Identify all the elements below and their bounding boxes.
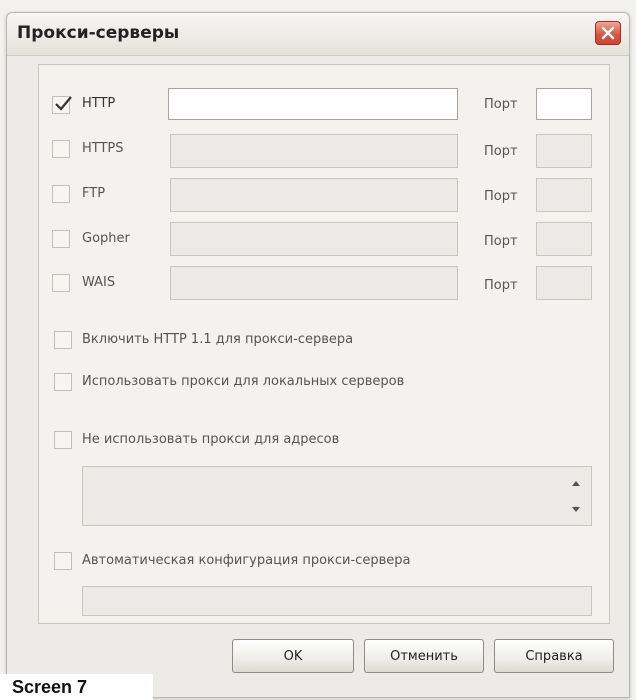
http11-label: Включить HTTP 1.1 для прокси-сервера <box>82 332 354 347</box>
wais-checkbox[interactable] <box>52 274 70 292</box>
exclude-addresses-checkbox[interactable] <box>54 431 72 449</box>
https-address-input[interactable] <box>170 134 458 168</box>
ftp-address-input[interactable] <box>170 178 458 212</box>
ftp-port-label: Порт <box>484 189 518 204</box>
local-proxy-checkbox[interactable] <box>54 373 72 391</box>
close-icon <box>601 26 615 40</box>
close-button[interactable] <box>595 21 621 45</box>
local-proxy-label: Использовать прокси для локальных сервер… <box>82 374 405 389</box>
https-port-label: Порт <box>484 144 518 159</box>
ftp-checkbox[interactable] <box>52 185 70 203</box>
gopher-port-label: Порт <box>484 234 518 249</box>
ftp-port-input[interactable] <box>536 178 592 212</box>
https-checkbox[interactable] <box>52 140 70 158</box>
chevron-down-icon[interactable] <box>570 505 582 515</box>
checkmark-icon <box>55 96 72 111</box>
https-label: HTTPS <box>82 141 124 156</box>
exclude-addresses-textarea[interactable] <box>82 466 592 526</box>
dialog-title: Прокси-серверы <box>17 23 180 43</box>
gopher-address-input[interactable] <box>170 222 458 256</box>
wais-port-label: Порт <box>484 278 518 293</box>
http-checkbox[interactable] <box>52 96 72 114</box>
title-bar[interactable]: Прокси-серверы <box>7 13 629 56</box>
http-port-input[interactable] <box>536 88 592 120</box>
auto-config-checkbox[interactable] <box>54 552 72 570</box>
auto-config-url-input[interactable] <box>82 586 592 616</box>
auto-config-label: Автоматическая конфигурация прокси-серве… <box>82 553 411 568</box>
exclude-addresses-label: Не использовать прокси для адресов <box>82 432 340 447</box>
wais-address-input[interactable] <box>170 266 458 300</box>
wais-label: WAIS <box>82 275 116 290</box>
gopher-port-input[interactable] <box>536 222 592 256</box>
http-address-input[interactable] <box>168 88 458 120</box>
gopher-checkbox[interactable] <box>52 230 70 248</box>
ftp-label: FTP <box>82 186 106 201</box>
gopher-label: Gopher <box>82 231 130 246</box>
https-port-input[interactable] <box>536 134 592 168</box>
wais-port-input[interactable] <box>536 266 592 300</box>
chevron-up-icon[interactable] <box>570 478 582 488</box>
screen-caption: Screen 7 <box>0 674 153 700</box>
http-label: HTTP <box>82 96 116 111</box>
http-port-label: Порт <box>484 97 518 112</box>
cancel-button[interactable]: Отменить <box>364 639 484 673</box>
ok-button[interactable]: OK <box>232 639 354 673</box>
http11-checkbox[interactable] <box>54 331 72 349</box>
help-button[interactable]: Справка <box>494 639 614 673</box>
